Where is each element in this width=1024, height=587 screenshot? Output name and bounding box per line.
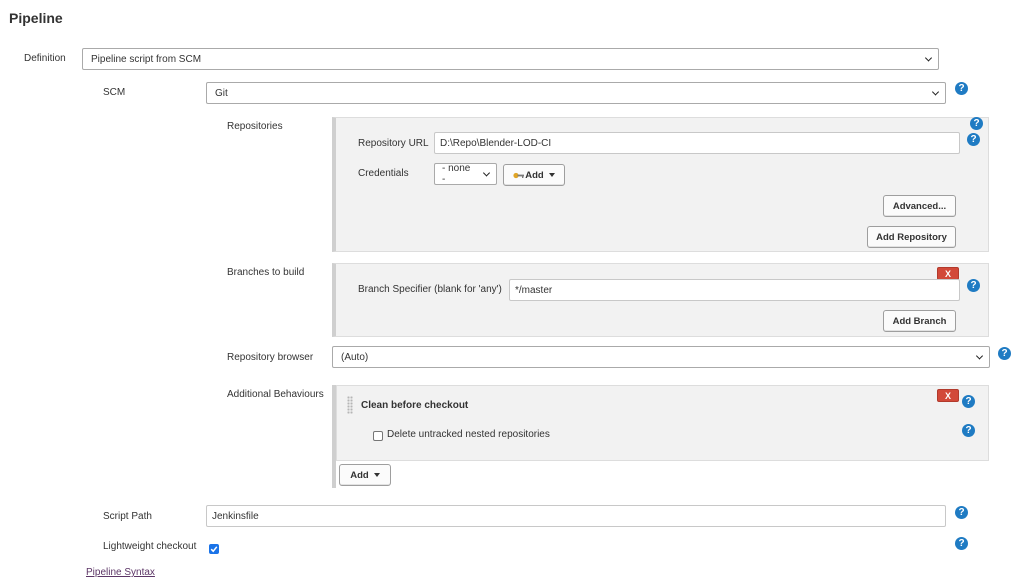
add-repository-button[interactable]: Add Repository <box>867 226 956 248</box>
delete-untracked-label: Delete untracked nested repositories <box>387 429 550 440</box>
section-title: Pipeline <box>9 10 63 26</box>
repository-browser-value: (Auto) <box>341 351 369 363</box>
branches-label: Branches to build <box>227 267 305 278</box>
repositories-label: Repositories <box>227 121 283 132</box>
lightweight-checkout-checkbox[interactable] <box>209 544 219 554</box>
chevron-down-icon <box>924 54 933 62</box>
definition-select[interactable]: Pipeline script from SCM <box>82 48 939 70</box>
checkmark-icon <box>210 546 218 553</box>
scm-select[interactable]: Git <box>206 82 946 104</box>
scm-label: SCM <box>103 87 126 98</box>
help-icon[interactable]: ? <box>962 395 975 408</box>
help-icon[interactable]: ? <box>962 424 975 437</box>
delete-untracked-checkbox[interactable] <box>373 431 383 441</box>
definition-value: Pipeline script from SCM <box>91 53 202 65</box>
repository-browser-label: Repository browser <box>227 352 314 363</box>
definition-label: Definition <box>24 53 66 64</box>
add-branch-button[interactable]: Add Branch <box>883 310 956 332</box>
branch-specifier-input[interactable]: */master <box>509 279 960 301</box>
caret-down-icon <box>373 473 380 477</box>
clean-before-checkout-title: Clean before checkout <box>361 400 469 411</box>
clean-before-checkout-panel <box>336 385 989 461</box>
help-icon[interactable]: ? <box>955 537 968 550</box>
branch-specifier-label: Branch Specifier (blank for 'any') <box>358 284 502 295</box>
repository-url-label: Repository URL <box>358 138 429 149</box>
key-icon <box>513 172 525 178</box>
credentials-label: Credentials <box>358 168 409 179</box>
additional-behaviours-label: Additional Behaviours <box>227 389 324 400</box>
credentials-select[interactable]: - none - <box>434 163 497 185</box>
help-icon[interactable]: ? <box>970 117 983 130</box>
drag-handle-icon[interactable] <box>347 396 353 414</box>
caret-down-icon <box>548 173 555 177</box>
repository-browser-select[interactable]: (Auto) <box>332 346 990 368</box>
delete-behaviour-button[interactable]: X <box>937 389 959 402</box>
pipeline-syntax-link[interactable]: Pipeline Syntax <box>86 567 155 578</box>
scm-value: Git <box>215 87 228 99</box>
add-behaviour-button[interactable]: Add <box>339 464 391 486</box>
help-icon[interactable]: ? <box>998 347 1011 360</box>
lightweight-checkout-label: Lightweight checkout <box>103 541 197 552</box>
add-credentials-button[interactable]: Add <box>503 164 565 186</box>
help-icon[interactable]: ? <box>955 82 968 95</box>
advanced-button[interactable]: Advanced... <box>883 195 956 217</box>
credentials-value: - none - <box>442 163 471 185</box>
help-icon[interactable]: ? <box>967 133 980 146</box>
chevron-down-icon <box>482 169 491 177</box>
script-path-input[interactable]: Jenkinsfile <box>206 505 946 527</box>
add-behaviour-label: Add <box>350 469 369 481</box>
help-icon[interactable]: ? <box>967 279 980 292</box>
add-credentials-label: Add <box>525 169 544 181</box>
chevron-down-icon <box>931 88 940 96</box>
repository-url-input[interactable]: D:\Repo\Blender-LOD-CI <box>434 132 960 154</box>
help-icon[interactable]: ? <box>955 506 968 519</box>
script-path-label: Script Path <box>103 511 152 522</box>
chevron-down-icon <box>975 352 984 360</box>
